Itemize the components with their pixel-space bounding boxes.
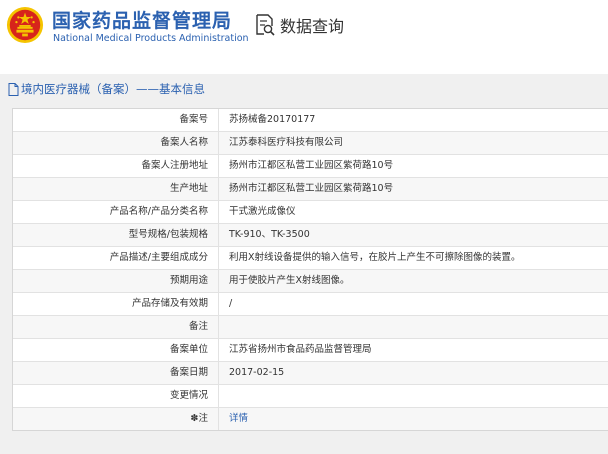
table-row: 备案日期 2017-02-15 [13,362,608,385]
panel-title: 境内医疗器械（备案）——基本信息 [8,81,205,97]
table-row: 备案人注册地址 扬州市江都区私营工业园区紫荷路10号 [13,155,608,178]
document-icon [8,82,19,96]
org-name-en: National Medical Products Administration [53,33,249,44]
data-query-link[interactable]: 数据查询 [255,13,344,37]
row-label: 备注 [13,316,219,338]
table-row: 型号规格/包装规格 TK-910、TK-3500 [13,224,608,247]
row-label: 产品描述/主要组成成分 [13,247,219,269]
row-value: / [229,298,233,309]
row-label: 型号规格/包装规格 [13,224,219,246]
row-label: 备案日期 [13,362,219,384]
search-document-icon [256,14,275,36]
row-label: 生产地址 [13,178,219,200]
table-row: 备注 [13,316,608,339]
panel-title-text: 境内医疗器械（备案）——基本信息 [21,82,205,96]
info-table: 备案号 苏扬械备20170177 备案人名称 江苏泰科医疗科技有限公司 备案人注册地… [12,108,608,431]
row-label: 备案单位 [13,339,219,361]
row-label: 备案人名称 [13,132,219,154]
row-label: 备案人注册地址 [13,155,219,177]
row-value: 利用X射线设备提供的输入信号，在胶片上产生不可擦除图像的装置。 [229,252,521,263]
row-label: 注 [198,413,208,424]
table-row: 产品名称/产品分类名称 干式激光成像仪 [13,201,608,224]
table-row: 备案单位 江苏省扬州市食品药品监督管理局 [13,339,608,362]
table-row: 产品描述/主要组成成分 利用X射线设备提供的输入信号，在胶片上产生不可擦除图像的装… [13,247,608,270]
row-value: 扬州市江都区私营工业园区紫荷路10号 [229,160,394,171]
row-value: 扬州市江都区私营工业园区紫荷路10号 [229,183,394,194]
row-value: 苏扬械备20170177 [229,114,316,125]
row-label: 备案号 [13,109,219,131]
details-link[interactable]: 详情 [219,408,608,430]
row-value: TK-910、TK-3500 [229,229,310,240]
row-value: 用于使胶片产生X射线图像。 [229,275,350,286]
row-label: 产品存储及有效期 [13,293,219,315]
table-row: 备案人名称 江苏泰科医疗科技有限公司 [13,132,608,155]
org-name-cn: 国家药品监督管理局 [52,10,233,32]
site-header: 国家药品监督管理局 National Medical Products Admi… [0,0,608,50]
row-label-note: ✽注 [13,408,219,430]
row-label: 预期用途 [13,270,219,292]
table-row: 产品存储及有效期 / [13,293,608,316]
detail-panel: 境内医疗器械（备案）——基本信息 备案号 苏扬械备20170177 备案人名称 江苏… [0,74,608,454]
row-value: 江苏泰科医疗科技有限公司 [229,137,344,148]
data-query-label: 数据查询 [280,17,345,36]
row-value: 干式激光成像仪 [229,206,296,217]
table-row: 变更情况 [13,385,608,408]
table-row: ✽注 详情 [13,408,608,430]
row-value [219,385,608,407]
national-emblem-icon [6,6,44,44]
row-label: 产品名称/产品分类名称 [13,201,219,223]
row-value: 2017-02-15 [229,367,285,378]
row-label: 变更情况 [13,385,219,407]
row-value [219,316,608,338]
table-row: 备案号 苏扬械备20170177 [13,109,608,132]
row-value: 江苏省扬州市食品药品监督管理局 [229,344,372,355]
table-row: 预期用途 用于使胶片产生X射线图像。 [13,270,608,293]
table-row: 生产地址 扬州市江都区私营工业园区紫荷路10号 [13,178,608,201]
